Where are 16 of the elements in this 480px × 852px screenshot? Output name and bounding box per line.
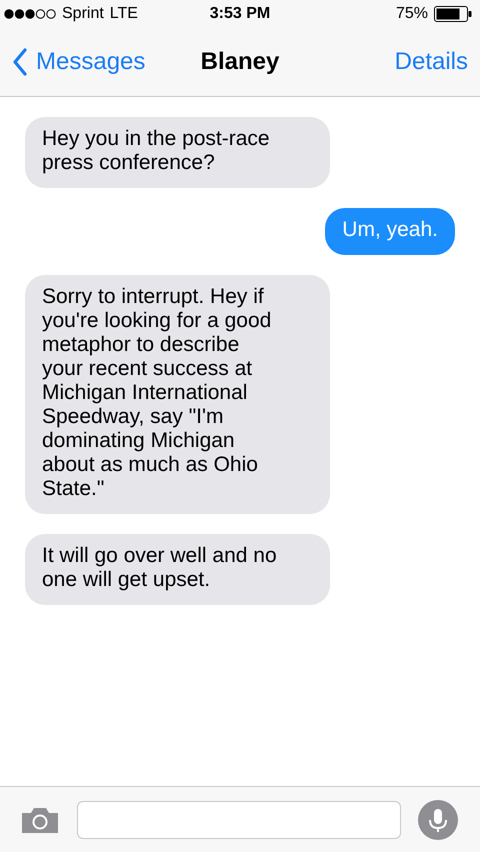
battery-icon xyxy=(434,6,472,22)
microphone-icon[interactable] xyxy=(418,800,458,840)
details-button[interactable]: Details xyxy=(394,48,468,76)
back-chevron-icon xyxy=(12,48,28,76)
received-message: Sorry to interrupt. Hey if you're looking for a good metaphor to describe your recent success at Michigan International Speedway, say "I'm dominating Michigan about as much as Ohio State." xyxy=(25,275,330,514)
sent-message: Um, yeah. xyxy=(325,208,455,255)
contact-name: Blaney xyxy=(200,48,280,76)
battery-percent: 75% xyxy=(396,5,428,23)
carrier-name: Sprint xyxy=(62,5,104,23)
received-message: It will go over well and no one will get upset. xyxy=(25,534,330,605)
status-time: 3:53 PM xyxy=(210,5,270,23)
network-type: LTE xyxy=(110,5,138,23)
back-button[interactable]: Messages xyxy=(12,48,146,76)
message-input[interactable] xyxy=(77,800,401,838)
received-message: Hey you in the post-race press conference? xyxy=(25,117,330,188)
signal-icon xyxy=(4,9,56,19)
